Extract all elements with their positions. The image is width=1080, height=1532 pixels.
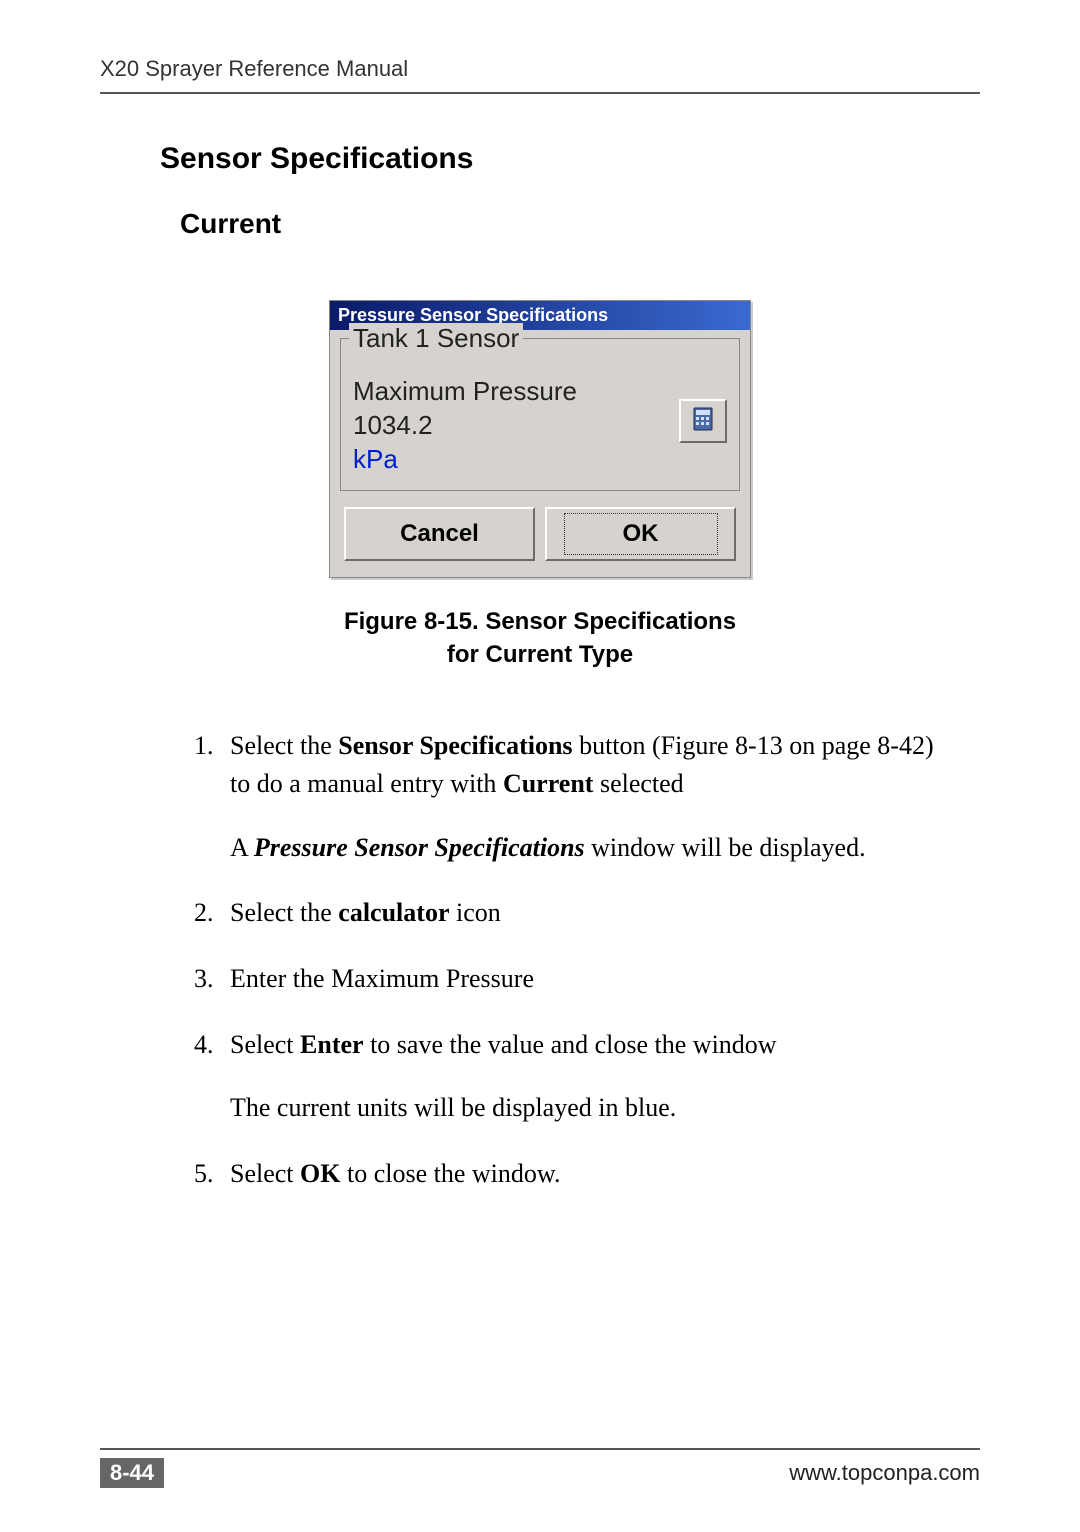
field-label: Maximum Pressure xyxy=(353,376,577,406)
max-pressure-text: Maximum Pressure 1034.2 kPa xyxy=(353,375,669,476)
s1sa: A xyxy=(230,833,254,862)
s1sc: window will be displayed. xyxy=(585,833,866,862)
ok-button[interactable]: OK xyxy=(545,507,736,561)
dialog-button-row: Cancel OK xyxy=(340,501,740,565)
page-number: 8-44 xyxy=(100,1458,164,1488)
step-2: Select the calculator icon xyxy=(220,894,940,932)
step-1: Select the Sensor Specifications button … xyxy=(220,727,940,866)
step-1-sub: A Pressure Sensor Specifications window … xyxy=(230,829,940,867)
s5c: to close the window. xyxy=(340,1159,560,1188)
section-subtitle: Current xyxy=(180,208,980,240)
groupbox-legend: Tank 1 Sensor xyxy=(349,323,523,354)
step-4-sub: The current units will be displayed in b… xyxy=(230,1089,940,1127)
field-value: 1034.2 xyxy=(353,410,433,440)
ok-label: OK xyxy=(564,513,718,555)
section-title: Sensor Specifications xyxy=(160,142,980,176)
running-head: X20 Sprayer Reference Manual xyxy=(100,56,980,94)
s4a: Select xyxy=(230,1030,300,1059)
page-footer: 8-44 www.topconpa.com xyxy=(100,1448,980,1488)
step-3: Enter the Maximum Pressure xyxy=(220,960,940,998)
step-4: Select Enter to save the value and close… xyxy=(220,1026,940,1127)
s2a: Select the xyxy=(230,898,338,927)
instruction-list: Select the Sensor Specifications button … xyxy=(190,727,980,1193)
dialog-screenshot: Pressure Sensor Specifications Tank 1 Se… xyxy=(100,300,980,578)
s1e: selected xyxy=(593,769,683,798)
s1a: Select the xyxy=(230,731,338,760)
manual-page: X20 Sprayer Reference Manual Sensor Spec… xyxy=(0,0,1080,1532)
s1sb: Pressure Sensor Specifications xyxy=(254,833,585,862)
cancel-label: Cancel xyxy=(400,520,479,548)
unit-label: kPa xyxy=(353,443,669,477)
s4b: Enter xyxy=(300,1030,364,1059)
s2b: calculator xyxy=(338,898,449,927)
calculator-icon xyxy=(693,407,713,436)
caption-line2: for Current Type xyxy=(447,641,633,668)
footer-url: www.topconpa.com xyxy=(789,1460,980,1486)
s5b: OK xyxy=(300,1159,340,1188)
tank-sensor-groupbox: Tank 1 Sensor Maximum Pressure 1034.2 kP… xyxy=(340,338,740,491)
calculator-button[interactable] xyxy=(679,399,727,443)
caption-line1: Figure 8-15. Sensor Specifications xyxy=(344,608,736,635)
max-pressure-row: Maximum Pressure 1034.2 kPa xyxy=(353,375,727,476)
s2c: icon xyxy=(449,898,500,927)
s4c: to save the value and close the window xyxy=(364,1030,777,1059)
pressure-sensor-dialog: Pressure Sensor Specifications Tank 1 Se… xyxy=(329,300,751,578)
s1b: Sensor Specifications xyxy=(338,731,572,760)
step-5: Select OK to close the window. xyxy=(220,1155,940,1193)
s1d: Current xyxy=(503,769,594,798)
figure-caption: Figure 8-15. Sensor Specifications for C… xyxy=(100,606,980,671)
dialog-body: Tank 1 Sensor Maximum Pressure 1034.2 kP… xyxy=(330,330,750,577)
s5a: Select xyxy=(230,1159,300,1188)
cancel-button[interactable]: Cancel xyxy=(344,507,535,561)
